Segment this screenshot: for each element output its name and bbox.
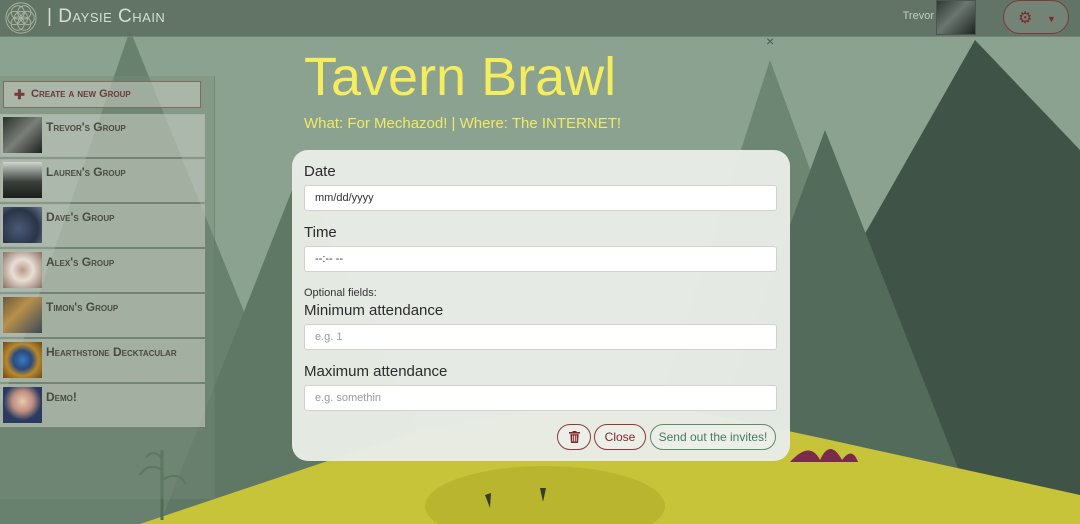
top-navbar: | Daysie Chain Trevor ⚙ ▼ — [0, 0, 1080, 37]
create-group-button[interactable]: ✚ Create a new Group — [3, 81, 201, 108]
user-name: Trevor — [902, 10, 934, 22]
groups-sidebar: ✚ Create a new Group Trevor's Group Laur… — [0, 76, 215, 499]
event-title: Tavern Brawl — [304, 47, 617, 107]
group-item-dave[interactable]: Dave's Group — [0, 204, 205, 247]
group-name: Timon's Group — [46, 300, 119, 314]
min-attendance-label: Minimum attendance — [304, 302, 444, 319]
close-icon[interactable]: × — [766, 33, 774, 49]
time-input[interactable] — [304, 246, 777, 272]
group-name: Hearthstone Decktacular — [46, 345, 177, 359]
group-thumbnail — [3, 252, 42, 288]
create-group-label: Create a new Group — [31, 88, 131, 100]
min-attendance-input[interactable] — [304, 324, 777, 350]
group-thumbnail — [3, 342, 42, 378]
gear-icon: ⚙ — [1018, 10, 1033, 27]
group-name: Lauren's Group — [46, 165, 126, 179]
date-input[interactable] — [304, 185, 777, 211]
group-item-hearthstone[interactable]: Hearthstone Decktacular — [0, 339, 205, 382]
schedule-event-modal: Date Time Optional fields: Minimum atten… — [292, 150, 790, 461]
group-item-demo[interactable]: Demo! — [0, 384, 205, 427]
flower-of-life-logo-icon[interactable] — [2, 1, 40, 35]
max-attendance-label: Maximum attendance — [304, 363, 448, 380]
user-avatar[interactable] — [936, 0, 976, 35]
send-invites-button[interactable]: Send out the invites! — [650, 424, 776, 450]
delete-button[interactable] — [557, 424, 591, 450]
group-name: Alex's Group — [46, 255, 115, 269]
group-thumbnail — [3, 162, 42, 198]
group-thumbnail — [3, 387, 42, 423]
date-label: Date — [304, 163, 336, 180]
optional-fields-note: Optional fields: — [304, 287, 377, 299]
event-subtitle: What: For Mechazod! | Where: The INTERNE… — [304, 115, 622, 132]
time-label: Time — [304, 224, 337, 241]
group-name: Dave's Group — [46, 210, 115, 224]
group-thumbnail — [3, 207, 42, 243]
group-name: Trevor's Group — [46, 120, 126, 134]
trash-icon — [568, 431, 580, 443]
group-item-timon[interactable]: Timon's Group — [0, 294, 205, 337]
group-name: Demo! — [46, 390, 77, 404]
close-button[interactable]: Close — [594, 424, 646, 450]
max-attendance-input[interactable] — [304, 385, 777, 411]
plus-icon: ✚ — [14, 87, 25, 102]
caret-down-icon: ▼ — [1047, 14, 1056, 24]
group-item-lauren[interactable]: Lauren's Group — [0, 159, 205, 202]
group-item-alex[interactable]: Alex's Group — [0, 249, 205, 292]
group-thumbnail — [3, 297, 42, 333]
group-thumbnail — [3, 117, 42, 153]
brand-title[interactable]: | Daysie Chain — [47, 6, 165, 28]
settings-dropdown-button[interactable]: ⚙ ▼ — [1003, 0, 1069, 34]
group-item-trevor[interactable]: Trevor's Group — [0, 114, 205, 157]
